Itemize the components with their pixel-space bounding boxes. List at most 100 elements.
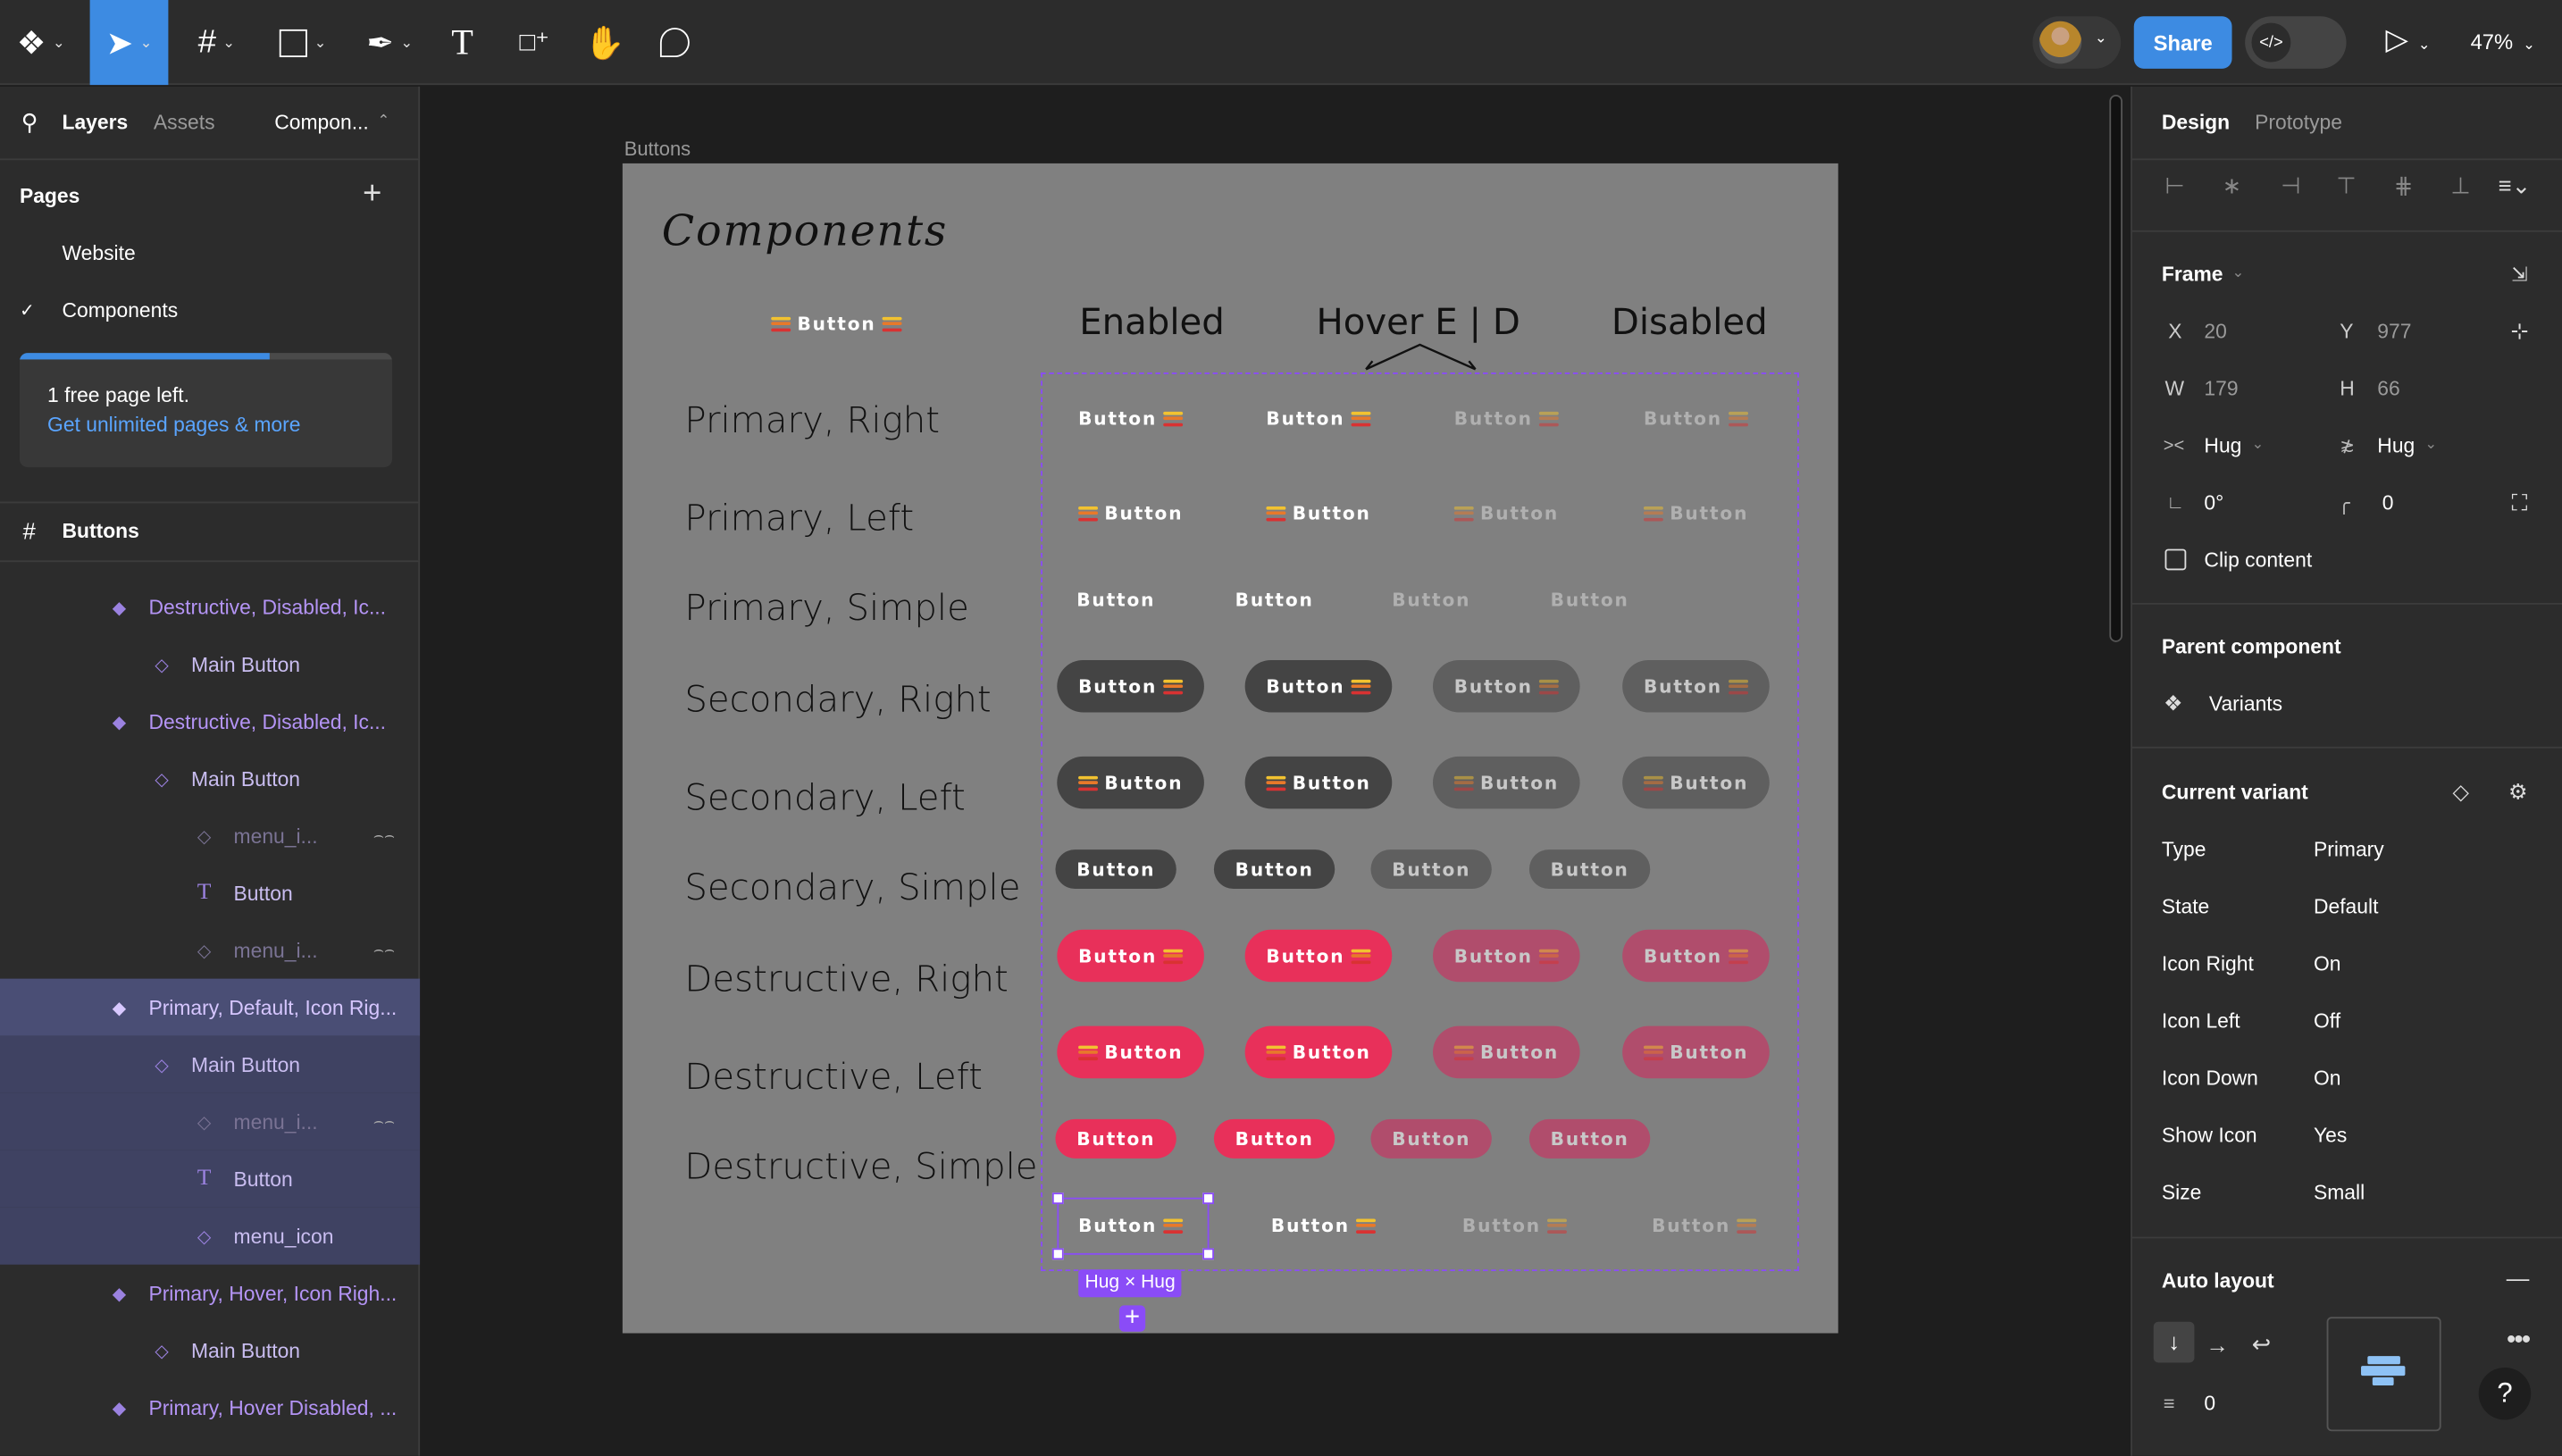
go-to-main-component-icon[interactable]: ◇ (2452, 779, 2468, 805)
primary-button-variant[interactable]: Button (1630, 1200, 1778, 1252)
secondary-button-variant[interactable]: Button (1622, 756, 1771, 809)
layer-row[interactable]: ◇ Main Button (0, 636, 420, 693)
resources-tool-button[interactable]: □⁺ (510, 0, 559, 85)
shape-tool-button[interactable]: ⌄ (266, 0, 339, 85)
primary-button-variant[interactable]: Button (1250, 1200, 1397, 1252)
primary-button-variant[interactable]: Button (1441, 1200, 1588, 1252)
secondary-button-variant[interactable]: Button (1057, 756, 1205, 809)
primary-button-variant[interactable]: Button (1433, 487, 1580, 540)
hand-tool-button[interactable]: ✋ (580, 0, 629, 85)
destructive-button-variant[interactable]: Button (1622, 929, 1771, 983)
layer-row[interactable]: T Button (0, 1150, 421, 1208)
secondary-button-variant[interactable]: Button (1622, 659, 1771, 713)
share-button[interactable]: Share (2133, 16, 2232, 69)
clip-content-label[interactable]: Clip content (2204, 549, 2312, 573)
chevron-up-icon[interactable]: ⌃ (378, 112, 390, 130)
primary-button-variant[interactable]: Button (1057, 487, 1204, 540)
text-tool-button[interactable]: T (438, 0, 487, 85)
primary-button-variant[interactable]: Button (1245, 392, 1393, 445)
secondary-button-variant[interactable]: Button (1432, 659, 1580, 713)
secondary-button-variant[interactable]: Button (1244, 756, 1393, 809)
layer-row[interactable]: ◇ Main Button (0, 1322, 420, 1379)
hidden-eye-icon[interactable]: ⌢⌢ (373, 827, 395, 845)
secondary-button-variant[interactable]: Button (1244, 659, 1393, 713)
buttons-frame[interactable]: Components Hug × Hug + Button Enabled Hove… (622, 163, 1838, 1334)
corner-radius-input[interactable]: 0 (2382, 492, 2394, 515)
secondary-button-variant[interactable]: Button (1432, 756, 1580, 809)
add-page-icon[interactable]: + (363, 176, 381, 213)
resize-handle[interactable] (1202, 1248, 1215, 1260)
layer-row[interactable]: ◆ Primary, Default, Icon Rig... (0, 978, 421, 1036)
resize-to-fit-icon[interactable]: ⇲ (2511, 263, 2527, 286)
property-value-dropdown[interactable]: Off (2314, 1009, 2340, 1033)
destructive-button-variant[interactable]: Button (1055, 1118, 1177, 1159)
layer-row[interactable]: ◆ Destructive, Disabled, Ic... (0, 693, 420, 750)
main-menu-button[interactable]: ❖ ⌄ (0, 0, 81, 85)
dev-mode-toggle[interactable]: </> (2245, 16, 2347, 69)
destructive-button-variant[interactable]: Button (1432, 929, 1580, 983)
destructive-button-variant[interactable]: Button (1528, 1118, 1651, 1159)
resize-handle[interactable] (1051, 1192, 1064, 1205)
tab-design[interactable]: Design (2162, 111, 2230, 134)
destructive-button-variant[interactable]: Button (1370, 1118, 1493, 1159)
align-left-icon[interactable]: ⊢ (2164, 172, 2184, 200)
add-variant-icon[interactable]: + (1118, 1305, 1146, 1332)
layer-row[interactable]: ◆ Primary, Hover, Icon Righ... (0, 1265, 420, 1322)
secondary-button-variant[interactable]: Button (1213, 849, 1335, 890)
primary-button-variant[interactable]: Button (1245, 487, 1393, 540)
width-input[interactable]: 179 (2204, 378, 2238, 401)
layer-row[interactable]: ◇ Main Button (0, 1035, 421, 1093)
move-tool-button[interactable]: ➤ ⌄ (89, 0, 169, 86)
upgrade-link[interactable]: Get unlimited pages & more (47, 414, 300, 437)
distribute-icon[interactable]: ≡⌄ (2499, 172, 2531, 200)
align-vertical-center-icon[interactable]: ⋕ (2394, 172, 2413, 200)
destructive-button-variant[interactable]: Button (1244, 1025, 1393, 1079)
resize-handle[interactable] (1051, 1248, 1064, 1260)
primary-button-variant[interactable]: Button (1622, 487, 1770, 540)
destructive-button-variant[interactable]: Button (1057, 929, 1205, 983)
alignment-grid[interactable] (2326, 1317, 2441, 1432)
layer-row[interactable]: ◇ menu_i... ⌢⌢ (0, 1092, 421, 1151)
resize-handle[interactable] (1202, 1192, 1215, 1205)
property-value-dropdown[interactable]: Primary (2314, 838, 2384, 861)
primary-button-variant[interactable]: Button (1529, 580, 1651, 619)
secondary-button-variant[interactable]: Button (1057, 659, 1205, 713)
property-value-dropdown[interactable]: Default (2314, 895, 2378, 918)
layer-row[interactable]: ◆ Primary, Hover Disabled, ... (0, 1379, 420, 1436)
present-button[interactable]: ▷ ⌄ (2385, 23, 2430, 57)
layer-row[interactable]: ◇ menu_i... ⌢⌢ (0, 922, 420, 979)
position-icon[interactable]: ⊹ (2510, 319, 2528, 345)
destructive-button-variant[interactable]: Button (1244, 929, 1393, 983)
layer-row[interactable]: ◆ Destructive, Disabled, Ic... (0, 578, 420, 635)
destructive-button-variant[interactable]: Button (1432, 1025, 1580, 1079)
user-avatar-menu[interactable]: ⌄ (2032, 16, 2122, 69)
tab-assets[interactable]: Assets (154, 111, 215, 134)
pen-tool-button[interactable]: ✒ ⌄ (353, 0, 426, 85)
destructive-button-variant[interactable]: Button (1213, 1118, 1335, 1159)
chevron-down-icon[interactable]: ⌄ (2232, 264, 2245, 281)
property-value-dropdown[interactable]: Yes (2314, 1124, 2347, 1147)
secondary-button-variant[interactable]: Button (1370, 849, 1493, 890)
primary-button-variant[interactable]: Button (1370, 580, 1492, 619)
direction-vertical-button[interactable]: ↓ (2153, 1321, 2195, 1363)
parent-component-link[interactable]: Variants (2209, 693, 2282, 716)
height-input[interactable]: 66 (2377, 378, 2399, 401)
tab-layers[interactable]: Layers (63, 111, 129, 134)
layer-frame-buttons[interactable]: Buttons (63, 520, 139, 543)
frame-tool-button[interactable]: # ⌄ (180, 0, 253, 85)
property-value-dropdown[interactable]: Small (2314, 1181, 2365, 1204)
layer-row[interactable]: T Button (0, 865, 420, 922)
layer-row[interactable]: ◇ menu_i... ⌢⌢ (0, 807, 420, 865)
frame-label[interactable]: Buttons (624, 138, 691, 161)
property-value-dropdown[interactable]: On (2314, 952, 2341, 975)
align-right-icon[interactable]: ⊣ (2281, 172, 2300, 200)
align-top-icon[interactable]: ⊤ (2336, 172, 2356, 200)
adjust-properties-icon[interactable]: ⚙ (2508, 779, 2527, 805)
independent-corners-icon[interactable]: ⛶ (2511, 490, 2527, 517)
wrap-icon[interactable]: ↩ (2252, 1331, 2271, 1359)
canvas-scrollbar[interactable] (2109, 95, 2122, 642)
layer-row[interactable]: ◇ menu_icon (0, 1207, 421, 1265)
destructive-button-variant[interactable]: Button (1057, 1025, 1205, 1079)
y-input[interactable]: 977 (2377, 320, 2411, 343)
direction-horizontal-button[interactable]: → (2206, 1332, 2229, 1358)
